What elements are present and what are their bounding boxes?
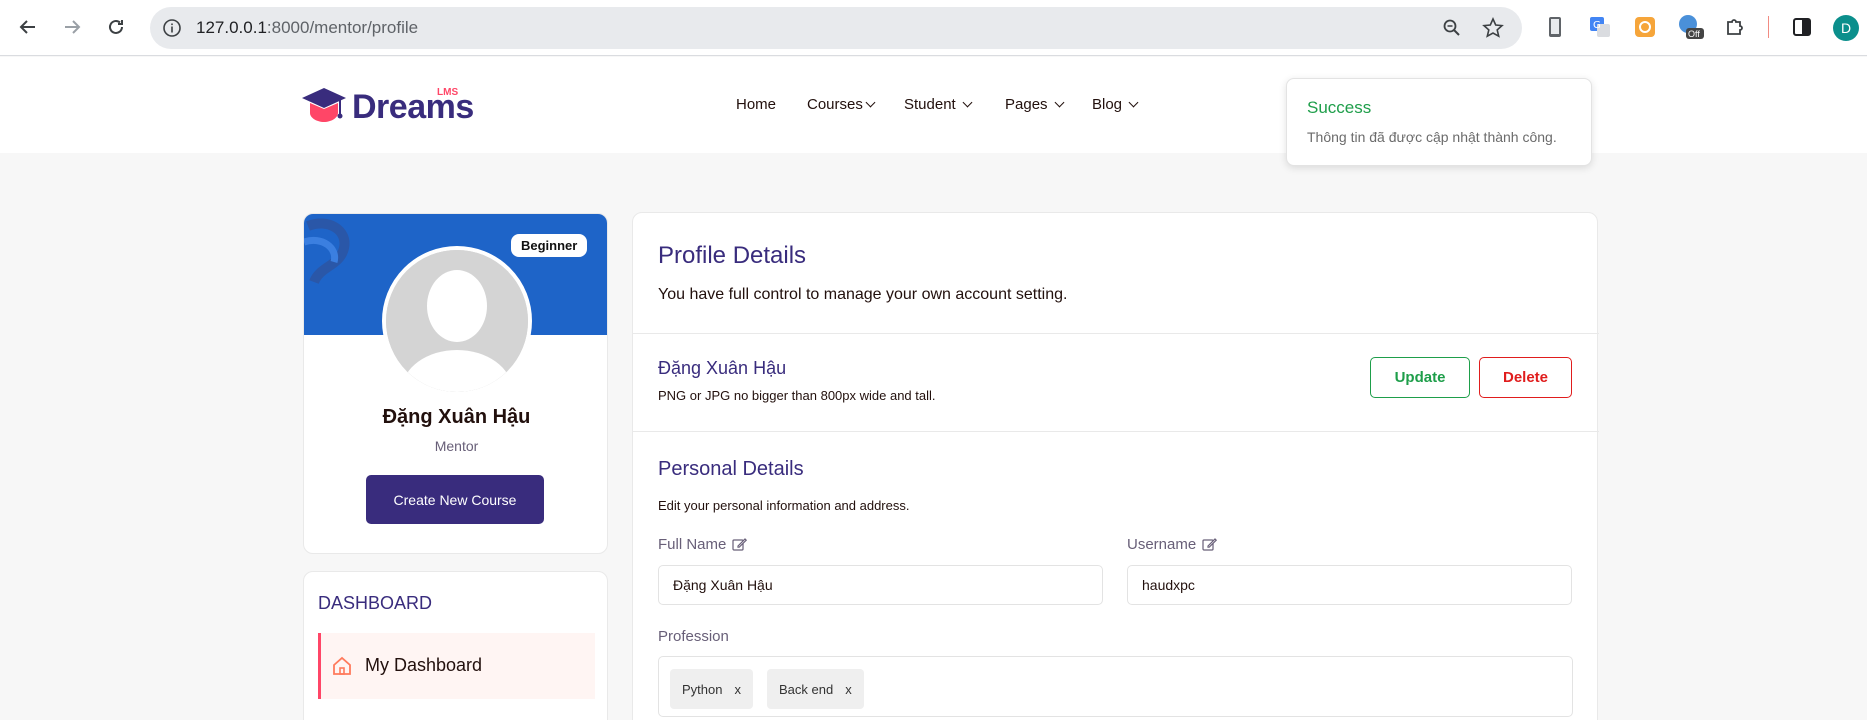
nav-student-label: Student bbox=[904, 96, 956, 113]
avatar-section-name: Đặng Xuân Hậu bbox=[658, 358, 787, 378]
address-bar[interactable]: 127.0.0.1:8000/mentor/profile bbox=[150, 7, 1522, 49]
profile-card: Beginner Đặng Xuân Hậu Mentor Create New… bbox=[303, 213, 608, 554]
chevron-down-icon bbox=[1128, 97, 1139, 108]
update-button[interactable]: Update bbox=[1370, 357, 1470, 398]
banner-decoration-icon bbox=[304, 218, 350, 285]
page-subtitle: You have full control to manage your own… bbox=[658, 286, 1068, 303]
profession-label: Profession bbox=[658, 628, 729, 645]
profession-tag: Python x bbox=[670, 669, 753, 709]
personal-details-subtitle: Edit your personal information and addre… bbox=[658, 498, 910, 513]
translate-extension-icon[interactable]: G bbox=[1586, 13, 1614, 41]
site-info-icon[interactable] bbox=[160, 16, 184, 40]
orange-extension-icon[interactable] bbox=[1631, 13, 1659, 41]
extension-off-badge: Off bbox=[1688, 29, 1700, 39]
forward-arrow-icon bbox=[65, 20, 81, 34]
off-extension-icon[interactable]: Off bbox=[1676, 13, 1704, 41]
tag-label: Python bbox=[682, 681, 723, 697]
forward-button[interactable] bbox=[55, 10, 89, 44]
logo-badge: LMS bbox=[437, 87, 459, 98]
personal-details-title: Personal Details bbox=[658, 458, 804, 480]
back-arrow-icon bbox=[19, 20, 35, 34]
profile-role: Mentor bbox=[434, 438, 479, 454]
nav-pages-label: Pages bbox=[1005, 96, 1048, 113]
avatar-upload-hint: PNG or JPG no bigger than 800px wide and… bbox=[658, 388, 936, 403]
chevron-down-icon bbox=[865, 97, 876, 108]
nav-home[interactable]: Home bbox=[736, 96, 776, 113]
profile-details-card: Profile Details You have full control to… bbox=[632, 212, 1599, 720]
tag-remove-button[interactable]: x bbox=[734, 682, 741, 697]
phone-extension-icon[interactable] bbox=[1541, 13, 1569, 41]
dashboard-card: DASHBOARD My Dashboard bbox=[303, 571, 608, 720]
back-button[interactable] bbox=[11, 10, 45, 44]
delete-button[interactable]: Delete bbox=[1479, 357, 1572, 398]
nav-blog[interactable]: Blog bbox=[1092, 96, 1139, 113]
edit-icon[interactable] bbox=[1202, 537, 1218, 552]
toast-title: Success bbox=[1307, 98, 1372, 117]
page-title: Profile Details bbox=[658, 242, 807, 269]
url-host: 127.0.0.1 bbox=[196, 18, 267, 37]
chevron-down-icon bbox=[1054, 97, 1064, 108]
username-label: Username bbox=[1127, 536, 1218, 553]
nav-student[interactable]: Student bbox=[904, 96, 973, 113]
full-name-label-text: Full Name bbox=[658, 536, 727, 553]
sidebar-item-label: My Dashboard bbox=[365, 655, 483, 675]
svg-text:G: G bbox=[1593, 20, 1601, 31]
url-text: 127.0.0.1:8000/mentor/profile bbox=[196, 18, 418, 38]
reload-icon bbox=[109, 19, 123, 34]
toolbar-divider bbox=[1768, 16, 1769, 38]
chevron-down-icon bbox=[962, 97, 973, 108]
zoom-icon[interactable] bbox=[1440, 16, 1464, 40]
graduation-cap-icon bbox=[302, 88, 346, 122]
nav-courses-label: Courses bbox=[807, 96, 863, 113]
bookmark-star-icon[interactable] bbox=[1481, 16, 1505, 40]
profile-name: Đặng Xuân Hậu bbox=[382, 406, 531, 428]
create-new-course-button[interactable]: Create New Course bbox=[366, 475, 544, 524]
home-icon bbox=[333, 656, 351, 675]
tag-label: Back end bbox=[779, 681, 834, 697]
level-badge: Beginner bbox=[511, 234, 588, 257]
reload-button[interactable] bbox=[99, 10, 133, 44]
url-path: :8000/mentor/profile bbox=[266, 18, 419, 37]
sidebar-item-my-dashboard[interactable]: My Dashboard bbox=[318, 633, 595, 699]
full-name-label: Full Name bbox=[658, 536, 748, 553]
side-panel-icon[interactable] bbox=[1788, 13, 1816, 41]
dashboard-title: DASHBOARD bbox=[318, 593, 433, 613]
full-name-input[interactable]: Đặng Xuân Hậu bbox=[658, 565, 1103, 605]
profession-tags-input[interactable]: Python x Back end x bbox=[658, 656, 1573, 717]
edit-icon[interactable] bbox=[732, 537, 748, 552]
nav-courses[interactable]: Courses bbox=[807, 96, 876, 113]
browser-toolbar: 127.0.0.1:8000/mentor/profile G Off D bbox=[0, 0, 1867, 56]
divider bbox=[633, 333, 1599, 334]
divider bbox=[633, 431, 1599, 432]
success-toast[interactable]: Success Thông tin đã được cập nhật thành… bbox=[1286, 78, 1592, 166]
browser-profile-avatar[interactable]: D bbox=[1833, 15, 1859, 41]
toast-message: Thông tin đã được cập nhật thành công. bbox=[1307, 129, 1557, 145]
puzzle-extensions-icon[interactable] bbox=[1721, 13, 1749, 41]
nav-home-label: Home bbox=[736, 96, 777, 113]
nav-pages[interactable]: Pages bbox=[1005, 96, 1064, 113]
username-input[interactable]: haudxpc bbox=[1127, 565, 1572, 605]
user-silhouette-icon bbox=[386, 250, 528, 392]
tag-remove-button[interactable]: x bbox=[845, 682, 852, 697]
profile-avatar[interactable] bbox=[382, 246, 532, 396]
username-label-text: Username bbox=[1127, 536, 1197, 553]
profession-tag: Back end x bbox=[767, 669, 864, 709]
nav-blog-label: Blog bbox=[1092, 96, 1123, 113]
